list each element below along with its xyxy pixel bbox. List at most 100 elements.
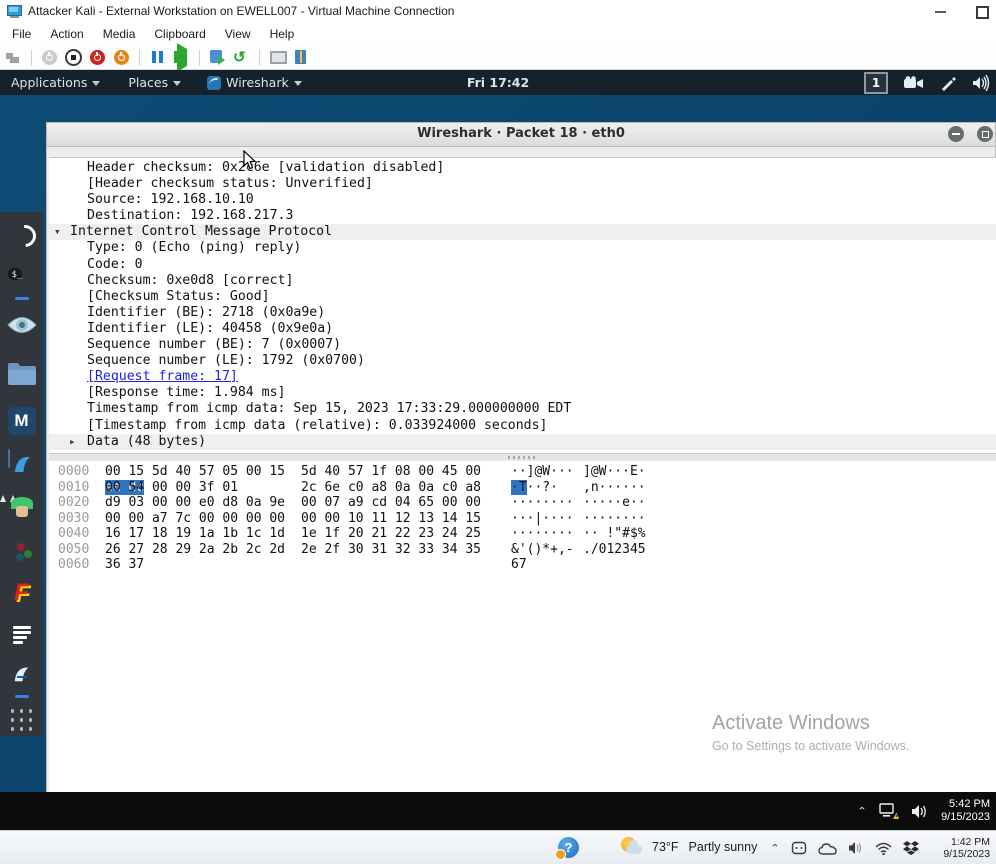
detail-link[interactable]: [Request frame: 17]: [87, 369, 238, 385]
panel-clock[interactable]: Fri 17:42: [0, 75, 996, 90]
help-badge: [555, 849, 566, 860]
pause-icon[interactable]: [149, 49, 166, 66]
menu-view[interactable]: View: [225, 27, 251, 41]
splitter-grip-icon: [507, 456, 538, 459]
resume-icon[interactable]: [173, 43, 190, 72]
hex-row[interactable]: 0040 16 17 18 19 1a 1b 1c 1d 1e 1f 20 21 2…: [49, 526, 996, 542]
detail-text: Destination: 192.168.217.3: [87, 208, 294, 224]
volume-icon[interactable]: [911, 804, 929, 819]
share-icon[interactable]: [293, 49, 310, 66]
workspace-indicator[interactable]: 1: [864, 71, 888, 94]
weather-widget[interactable]: 73°F Partly sunny: [620, 836, 757, 858]
checkpoint-icon[interactable]: [209, 49, 226, 66]
stylus-icon[interactable]: [940, 75, 956, 91]
volume-icon[interactable]: [848, 841, 864, 855]
detail-text: Checksum: 0xe0d8 [correct]: [87, 272, 294, 288]
volume-icon[interactable]: [972, 74, 992, 91]
detail-line[interactable]: Sequence number (LE): 1792 (0x0700): [49, 353, 996, 369]
metasploit-icon[interactable]: M: [7, 406, 37, 436]
faraday-icon[interactable]: F: [7, 578, 37, 608]
onedrive-icon[interactable]: [818, 842, 837, 855]
detail-line[interactable]: Identifier (LE): 40458 (0x9e0a): [49, 321, 996, 337]
detail-line[interactable]: Code: 0: [49, 257, 996, 273]
vm-window-titlebar[interactable]: Attacker Kali - External Workstation on …: [0, 0, 996, 22]
hex-row[interactable]: 0020 d9 03 00 00 e0 d8 0a 9e 00 07 a9 cd 0…: [49, 495, 996, 511]
detail-line[interactable]: ▾ Internet Control Message Protocol: [49, 224, 996, 241]
chevron-up-icon[interactable]: ⌃: [857, 805, 867, 816]
shut-down-icon[interactable]: [89, 49, 106, 66]
detail-text: Internet Control Message Protocol: [70, 224, 333, 240]
hex-row[interactable]: 0010 00 54 ea dc 00 00 3f 01 2c 6e c0 a8 0…: [49, 479, 996, 496]
wireshark-capture-icon[interactable]: [7, 662, 37, 698]
eye-icon[interactable]: [6, 314, 37, 344]
detail-line[interactable]: Header checksum: 0x2c6e [validation disa…: [49, 160, 996, 176]
device-icon[interactable]: [791, 841, 807, 855]
host-clock[interactable]: 1:42 PM 9/15/2023: [930, 836, 990, 861]
collapse-arrow-icon[interactable]: ▾: [54, 224, 70, 240]
revert-icon[interactable]: ↺: [233, 49, 250, 66]
detail-line[interactable]: Sequence number (BE): 7 (0x0007): [49, 337, 996, 353]
hex-row[interactable]: 0060 36 37 67: [49, 557, 996, 573]
wireshark-icon[interactable]: [7, 449, 37, 480]
detail-line[interactable]: [Request frame: 17]: [49, 369, 996, 385]
turn-off-icon[interactable]: [65, 49, 82, 66]
maximize-icon[interactable]: [975, 5, 989, 19]
screen-record-icon[interactable]: [904, 75, 924, 90]
help-icon[interactable]: ?: [555, 837, 579, 860]
watermark-title: Activate Windows: [712, 712, 870, 734]
notes-icon[interactable]: [7, 620, 37, 650]
show-applications-icon[interactable]: [7, 708, 37, 738]
detail-line[interactable]: ▸ Data (48 bytes): [49, 433, 996, 450]
chevron-up-icon[interactable]: ⌃: [770, 842, 780, 853]
detail-line[interactable]: [Header checksum status: Unverified]: [49, 176, 996, 192]
detail-text: Code: 0: [87, 256, 143, 272]
start-icon[interactable]: [41, 49, 58, 66]
hex-offset: 0000: [58, 464, 90, 479]
terminal-icon[interactable]: $_: [7, 264, 37, 300]
wifi-icon[interactable]: [875, 842, 892, 855]
enhanced-session-icon[interactable]: [269, 49, 287, 66]
detail-line[interactable]: Type: 0 (Echo (ping) reply): [49, 240, 996, 256]
file-manager-icon[interactable]: [7, 362, 37, 392]
ctrl-alt-del-icon[interactable]: [5, 49, 22, 66]
hex-row[interactable]: 0030 00 00 a7 7c 00 00 00 00 00 00 10 11 1…: [49, 511, 996, 527]
detail-line[interactable]: [Response time: 1.984 ms]: [49, 385, 996, 401]
host-taskbar[interactable]: ? 73°F Partly sunny ⌃ 1:42 PM 9/15/2023: [0, 830, 996, 864]
menu-action[interactable]: Action: [50, 27, 83, 41]
menu-file[interactable]: File: [12, 27, 31, 41]
firefox-icon[interactable]: [7, 220, 37, 250]
menu-help[interactable]: Help: [270, 27, 295, 41]
detail-text: [Checksum Status: Good]: [87, 288, 270, 304]
detail-line[interactable]: Source: 192.168.10.10: [49, 192, 996, 208]
minimize-icon[interactable]: [948, 126, 964, 142]
hex-ascii[interactable]: ·T ·· ··?·: [511, 479, 558, 496]
detail-text: Sequence number (BE): 7 (0x0007): [87, 337, 342, 353]
rdp-taskbar[interactable]: ⌃ 5:42 PM 9/15/2023: [0, 792, 996, 830]
detail-line[interactable]: Checksum: 0xe0d8 [correct]: [49, 273, 996, 289]
hex-bytes[interactable]: 00 54 ea dc 00 00 3f 01: [105, 479, 238, 496]
detail-line[interactable]: Destination: 192.168.217.3: [49, 208, 996, 224]
network-warning-icon[interactable]: [879, 802, 900, 820]
wireshark-titlebar[interactable]: Wireshark · Packet 18 · eth0: [47, 123, 995, 147]
detail-line[interactable]: Identifier (BE): 2718 (0x0a9e): [49, 305, 996, 321]
detail-line[interactable]: [Timestamp from icmp data (relative): 0.…: [49, 418, 996, 434]
rdp-clock[interactable]: 5:42 PM 9/15/2023: [941, 798, 990, 824]
maximize-icon[interactable]: [977, 126, 993, 142]
app-dots-icon[interactable]: [7, 538, 37, 568]
dropbox-icon[interactable]: [903, 841, 920, 855]
expand-arrow-icon[interactable]: ▸: [69, 434, 87, 450]
ettercap-icon[interactable]: [0, 494, 37, 524]
minimize-icon[interactable]: [934, 5, 947, 18]
hex-row[interactable]: 0000 00 15 5d 40 57 05 00 15 5d 40 57 1f 0…: [49, 464, 996, 480]
hex-pane[interactable]: 0000 00 15 5d 40 57 05 00 15 5d 40 57 1f 0…: [49, 461, 996, 813]
hex-offset: 0050: [58, 541, 90, 557]
save-icon[interactable]: [113, 49, 130, 66]
packet-detail-tree[interactable]: Header checksum: 0x2c6e [validation disa…: [49, 157, 996, 456]
detail-line[interactable]: [Checksum Status: Good]: [49, 289, 996, 305]
menu-media[interactable]: Media: [103, 27, 136, 41]
wireshark-window-title: Wireshark · Packet 18 · eth0: [417, 126, 625, 141]
menu-clipboard[interactable]: Clipboard: [154, 27, 205, 41]
detail-line[interactable]: Timestamp from icmp data: Sep 15, 2023 1…: [49, 401, 996, 417]
hex-row[interactable]: 0050 26 27 28 29 2a 2b 2c 2d 2e 2f 30 31 3…: [49, 542, 996, 558]
detail-text: Sequence number (LE): 1792 (0x0700): [87, 353, 365, 369]
